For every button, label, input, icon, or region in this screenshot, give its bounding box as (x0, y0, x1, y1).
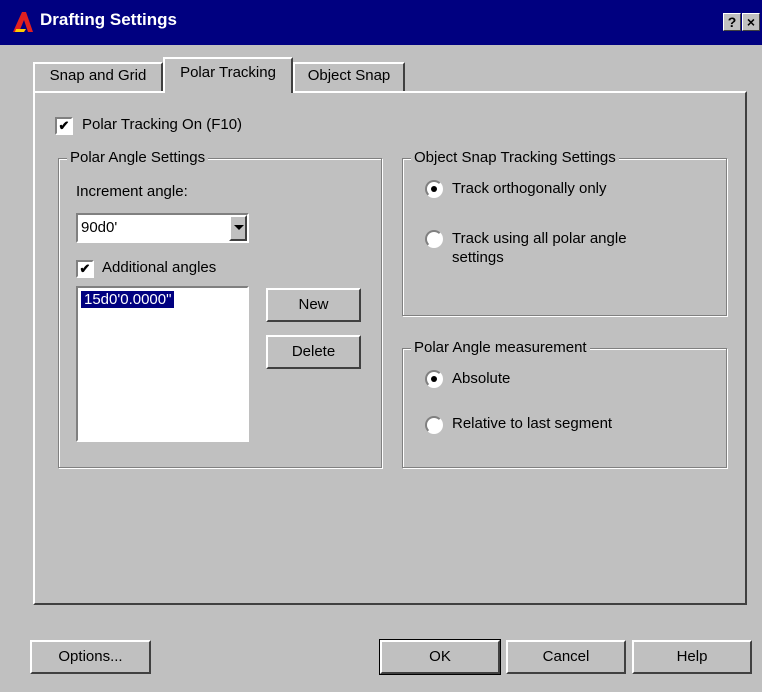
tab-label: Object Snap (307, 67, 391, 84)
delete-button[interactable]: Delete (266, 335, 361, 369)
relative-radio[interactable] (425, 416, 443, 434)
increment-angle-dropdown[interactable]: 90d0' (76, 213, 249, 243)
group-title: Polar Angle measurement (411, 339, 590, 356)
track-orthogonally-radio[interactable] (425, 180, 443, 198)
help-button[interactable]: Help (632, 640, 752, 674)
tab-label: Snap and Grid (49, 67, 147, 84)
increment-angle-value: 90d0' (81, 219, 118, 236)
relative-label[interactable]: Relative to last segment (452, 415, 612, 432)
additional-angles-list[interactable]: 15d0'0.0000" (76, 286, 249, 442)
group-title: Polar Angle Settings (67, 149, 209, 166)
group-title: Object Snap Tracking Settings (411, 149, 619, 166)
polar-angle-measurement-group: Polar Angle measurement (402, 339, 727, 468)
new-button[interactable]: New (266, 288, 361, 322)
polar-tracking-on-checkbox[interactable]: ✔ (55, 117, 73, 135)
increment-angle-label: Increment angle: (76, 183, 188, 200)
chevron-down-icon[interactable] (229, 215, 247, 241)
context-help-button[interactable]: ? (723, 13, 741, 31)
close-button[interactable]: × (742, 13, 760, 31)
additional-angles-checkbox[interactable]: ✔ (76, 260, 94, 278)
track-all-polar-radio[interactable] (425, 230, 443, 248)
radio-dot (431, 186, 437, 192)
tab-snap-and-grid[interactable]: Snap and Grid (33, 62, 163, 92)
cancel-button[interactable]: Cancel (506, 640, 626, 674)
track-orthogonally-label[interactable]: Track orthogonally only (452, 180, 607, 197)
track-all-polar-label[interactable]: Track using all polar angle settings (452, 229, 652, 267)
title-bar: Drafting Settings ? × (0, 0, 762, 45)
window-title: Drafting Settings (40, 10, 177, 29)
list-item[interactable]: 15d0'0.0000" (81, 291, 175, 308)
polar-tracking-on-label[interactable]: Polar Tracking On (F10) (82, 116, 242, 133)
additional-angles-label[interactable]: Additional angles (102, 259, 216, 276)
options-button[interactable]: Options... (30, 640, 151, 674)
ok-button[interactable]: OK (379, 639, 501, 675)
autocad-logo-icon (13, 12, 33, 32)
tab-label: Polar Tracking (180, 64, 276, 81)
radio-dot (431, 376, 437, 382)
tab-object-snap[interactable]: Object Snap (293, 62, 405, 92)
absolute-label[interactable]: Absolute (452, 370, 510, 387)
tab-polar-tracking[interactable]: Polar Tracking (163, 57, 293, 93)
absolute-radio[interactable] (425, 370, 443, 388)
